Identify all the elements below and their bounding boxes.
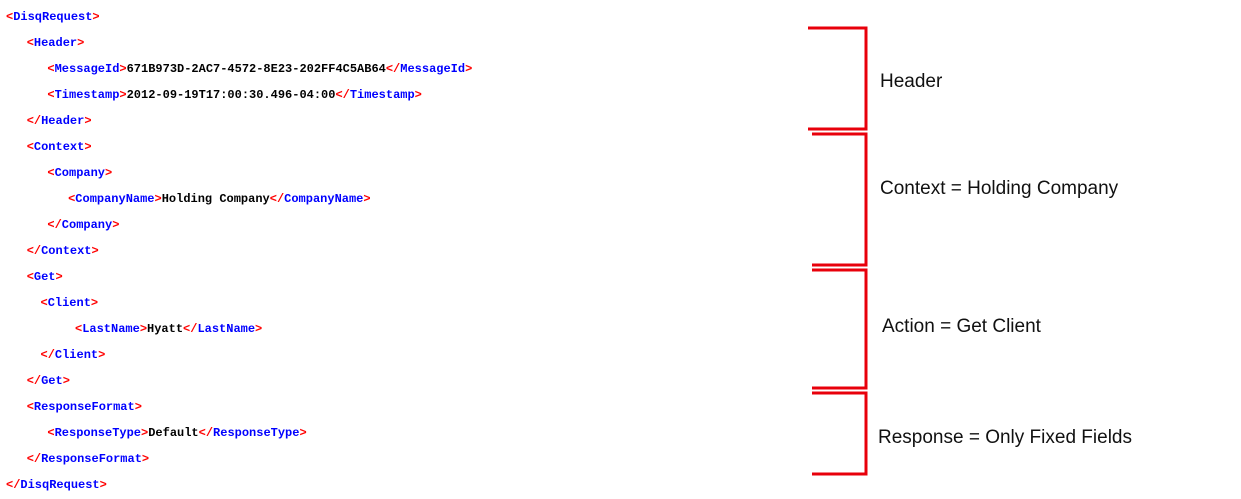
- label-action: Action = Get Client: [882, 316, 1041, 337]
- bracket-action: [812, 268, 868, 390]
- label-context: Context = Holding Company: [880, 178, 1119, 199]
- bracket-context: [812, 132, 868, 267]
- bracket-response: [812, 391, 868, 476]
- label-response: Response = Only Fixed Fields: [878, 427, 1132, 448]
- label-header: Header: [880, 71, 943, 92]
- bracket-header: [808, 26, 868, 131]
- annotation-brackets: [808, 26, 868, 476]
